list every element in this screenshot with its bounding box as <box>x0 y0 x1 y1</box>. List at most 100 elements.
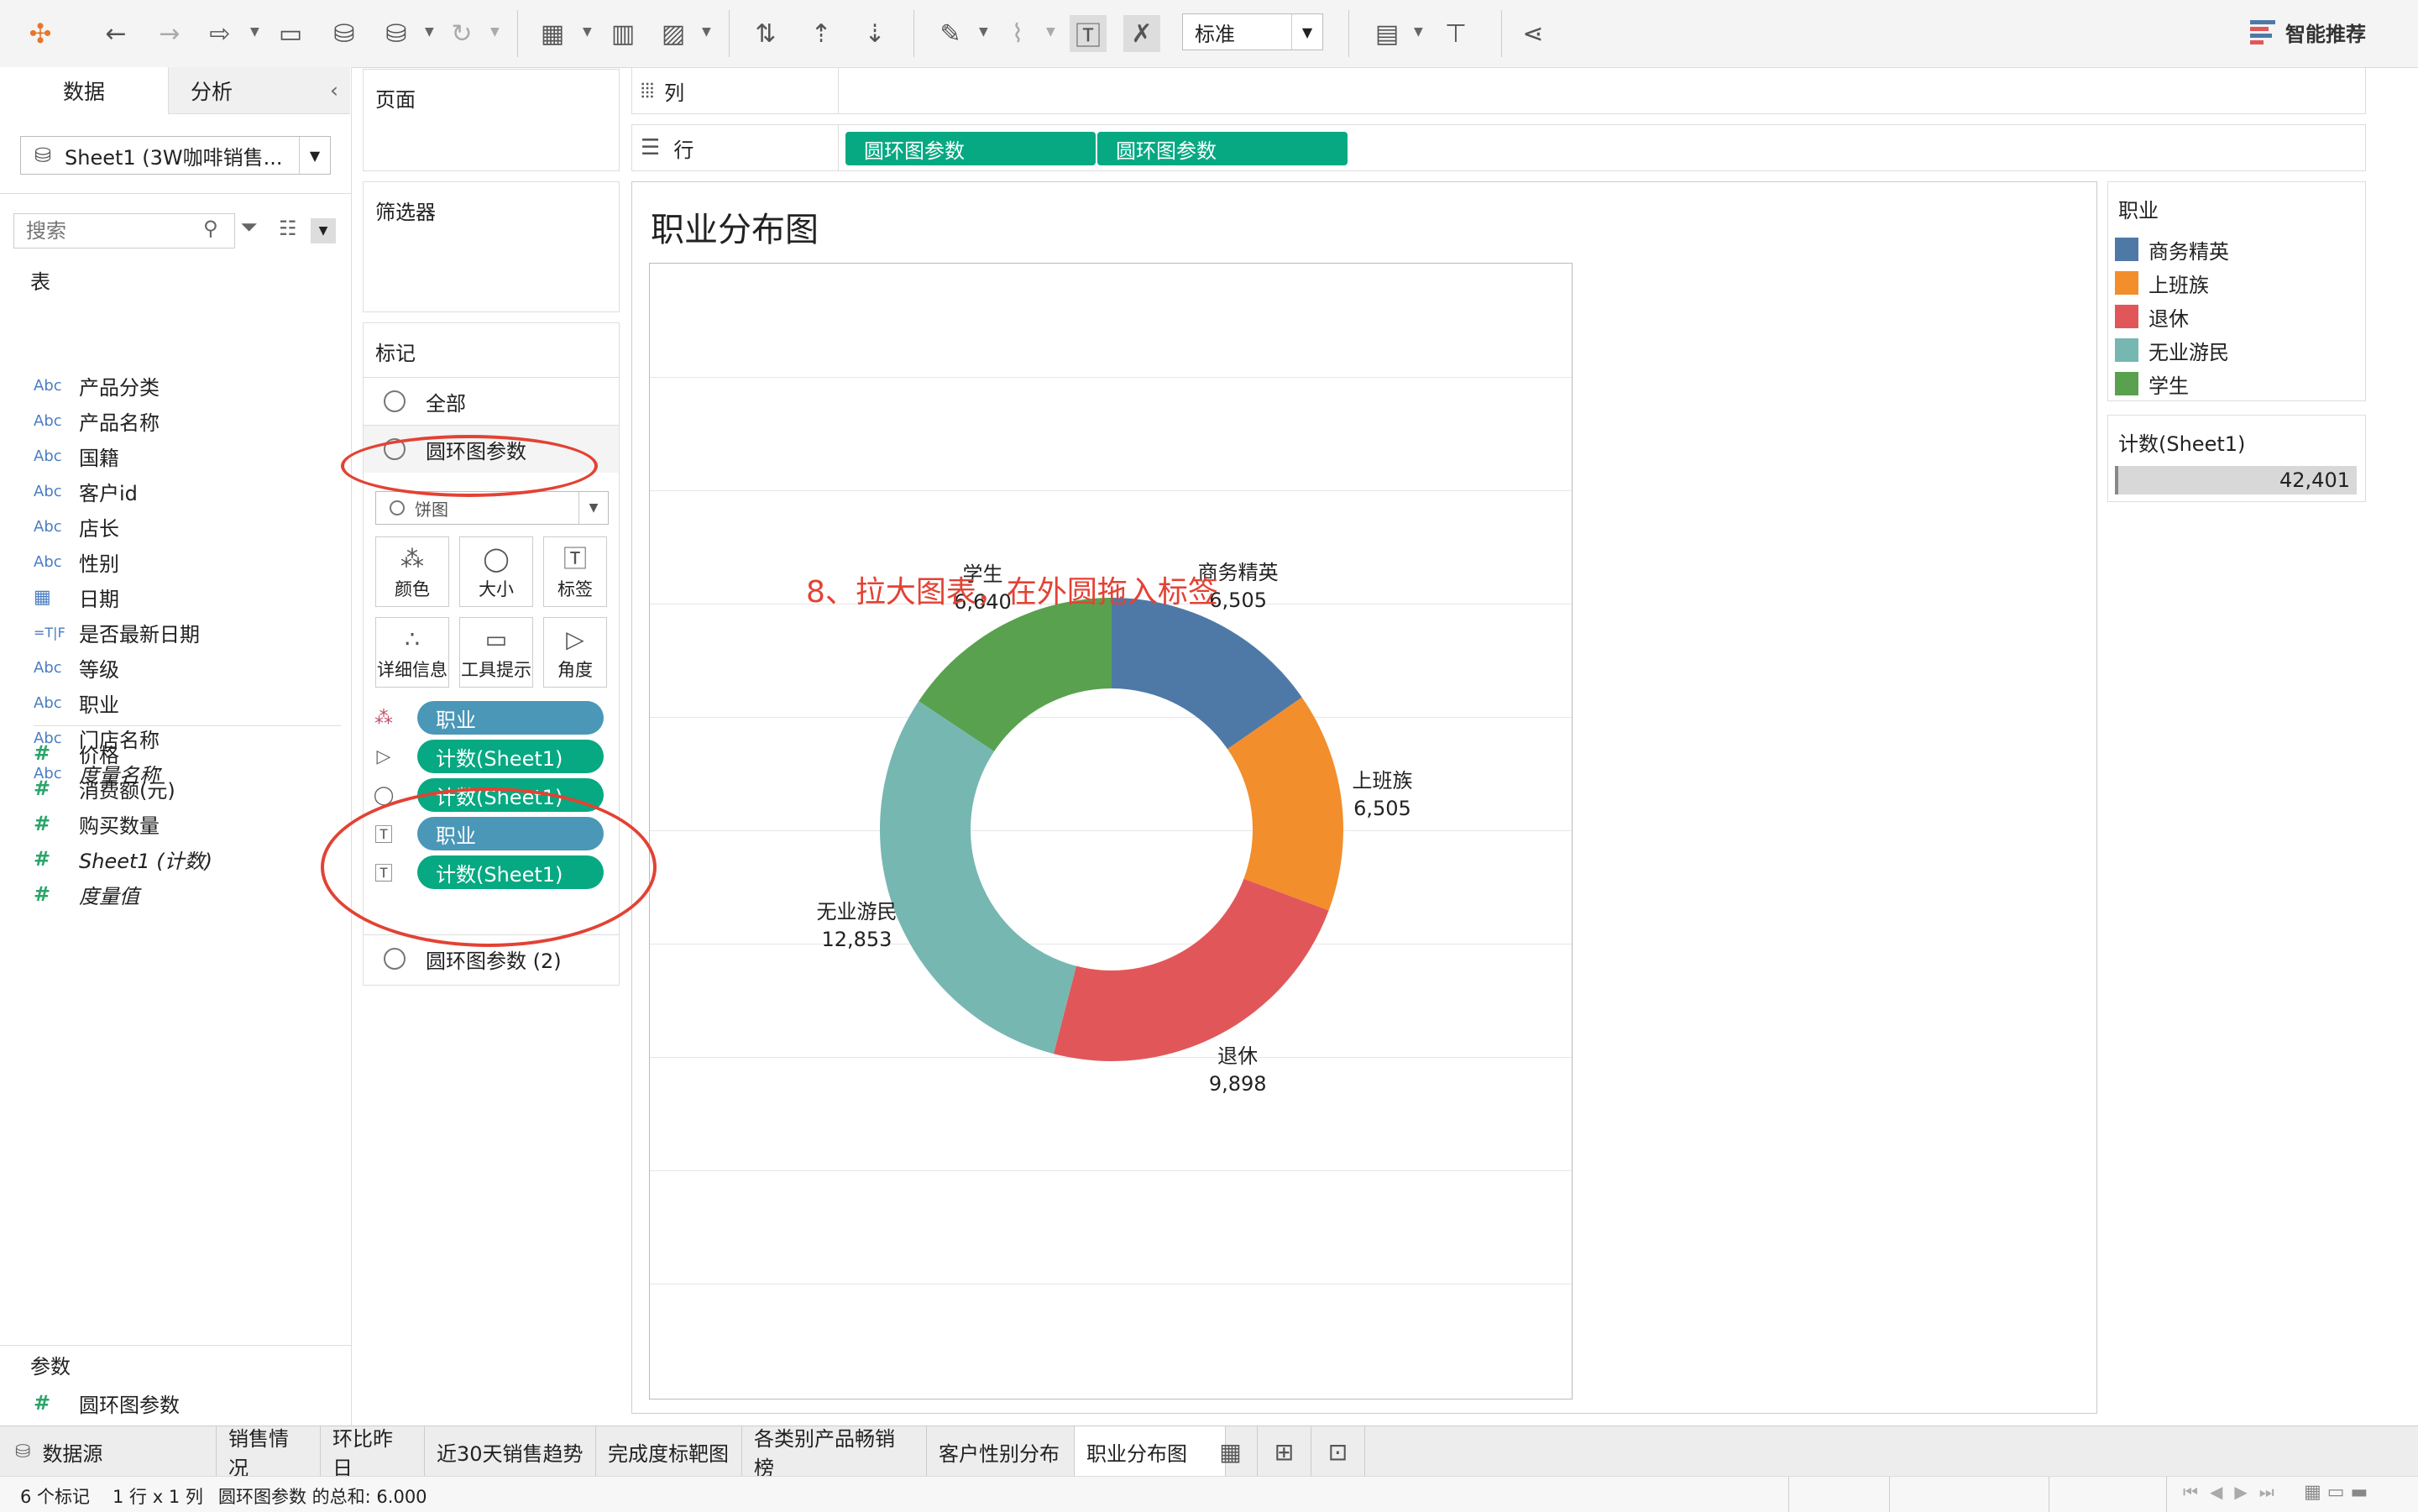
caret-down-icon[interactable]: ▼ <box>425 25 434 39</box>
mark-pill[interactable]: 计数(Sheet1) <box>417 740 604 773</box>
share-icon[interactable]: ⋖ <box>1515 15 1552 52</box>
rows-pill[interactable]: 圆环图参数 <box>845 132 1096 165</box>
tables-header: 表 <box>30 262 50 297</box>
duplicate-sheet-icon[interactable]: ▥ <box>604 15 641 52</box>
refresh-icon[interactable]: ↻ <box>443 15 480 52</box>
color-legend[interactable]: 职业 商务精英 上班族 退休 无业游民 学生 <box>2107 181 2366 401</box>
chevron-down-icon[interactable]: ▼ <box>311 218 336 243</box>
view-size-select[interactable]: 标准 ▼ <box>1182 13 1323 50</box>
slice-label-value: 12,853 <box>821 928 892 952</box>
dimension-field-label: 性别 <box>79 552 119 576</box>
slice-label[interactable]: 上班族 6,505 <box>1352 767 1412 823</box>
sort-descending-icon[interactable]: ⇣ <box>856 15 893 52</box>
sheet-tab[interactable]: 职业分布图 <box>1075 1426 1226 1477</box>
rows-icon: ☰ <box>641 135 661 160</box>
chart-title[interactable]: 职业分布图 <box>651 202 819 251</box>
fix-axes-icon[interactable]: ✗ <box>1123 15 1160 52</box>
clear-sheet-icon[interactable]: ▨ <box>655 15 692 52</box>
slice-label-name: 上班族 <box>1352 768 1413 793</box>
caret-down-icon[interactable]: ▼ <box>583 25 592 39</box>
caret-down-icon[interactable]: ▼ <box>1046 25 1055 39</box>
search-input[interactable] <box>13 213 235 249</box>
tab-analysis[interactable]: 分析 ‹ <box>169 67 350 114</box>
rows-shelf[interactable]: ☰ 行 圆环图参数 圆环图参数 <box>631 124 2366 171</box>
dimension-field-label: 等级 <box>79 657 119 682</box>
status-sum: 圆环图参数 的总和: 6.000 <box>218 1487 427 1507</box>
list-view-icon[interactable]: ☷ <box>279 217 297 240</box>
legend-item[interactable]: 上班族 <box>2115 266 2209 300</box>
sheet-tab[interactable]: 客户性别分布 <box>927 1426 1075 1477</box>
caret-down-icon[interactable]: ▼ <box>250 25 259 39</box>
sheet-tab[interactable]: 完成度标靶图 <box>596 1426 742 1477</box>
sheet-nav-icons[interactable]: ⏮◀▶⏭ <box>2183 1482 2286 1502</box>
tab-data[interactable]: 数据 <box>0 67 169 114</box>
sheet-tab[interactable]: 环比昨日 <box>321 1426 425 1480</box>
chart-pane[interactable]: 商务精英 6,505 上班族 6,505 退休 9,898 无业游民 12,853 学生 6,64… <box>649 263 1573 1400</box>
sort-ascending-icon[interactable]: ⇡ <box>803 15 840 52</box>
legend-item[interactable]: 商务精英 <box>2115 233 2229 266</box>
sheet-tab[interactable]: 近30天销售趋势 <box>425 1426 596 1477</box>
chevron-down-icon[interactable]: ▼ <box>299 137 330 174</box>
donut-slice[interactable] <box>880 701 1076 1054</box>
slice-label[interactable]: 退休 9,898 <box>1209 1043 1267 1098</box>
caret-down-icon[interactable]: ▼ <box>979 25 988 39</box>
columns-shelf[interactable]: ⦙⦙⦙ 列 <box>631 67 2366 114</box>
new-story-icon[interactable]: ⊡ <box>1311 1426 1365 1477</box>
swap-axes-icon[interactable]: ⇅ <box>747 15 784 52</box>
new-worksheet-icon[interactable]: ▦ <box>1204 1426 1258 1477</box>
pause-datasource-icon[interactable]: ⛁ <box>378 15 415 52</box>
mark-button-label[interactable]: 🅃 标签 <box>543 536 607 607</box>
toolbar-separator <box>1348 10 1349 57</box>
donut-slice[interactable] <box>1053 878 1329 1061</box>
mark-button-color[interactable]: ⁂ 颜色 <box>375 536 449 607</box>
group-clip-icon[interactable]: ⌇ <box>999 15 1036 52</box>
legend-item[interactable]: 无业游民 <box>2115 333 2229 367</box>
presentation-mode-icon[interactable]: ⊤ <box>1437 15 1474 52</box>
mark-pill[interactable]: 职业 <box>417 701 604 735</box>
legend-item[interactable]: 学生 <box>2115 367 2189 400</box>
save-icon[interactable]: ▭ <box>272 15 309 52</box>
caret-down-icon[interactable]: ▼ <box>490 25 500 39</box>
caret-down-icon[interactable]: ▼ <box>702 25 711 39</box>
summary-card[interactable]: 计数(Sheet1) 42,401 <box>2107 415 2366 502</box>
mark-button-tooltip[interactable]: ▭ 工具提示 <box>459 617 533 688</box>
new-datasource-icon[interactable]: ⛁ <box>326 15 363 52</box>
marks-all-row[interactable]: 全部 <box>364 377 619 426</box>
tableau-logo-icon[interactable]: ✣ <box>22 15 59 52</box>
field-type-icon: Abc <box>34 447 62 465</box>
show-cards-icon[interactable]: ▤ <box>1369 15 1405 52</box>
mark-button-size[interactable]: ◯ 大小 <box>459 536 533 607</box>
view-toggle-icons[interactable]: ▦ ▭ ▬ <box>2304 1482 2368 1503</box>
sheet-tab[interactable]: 各类别产品畅销榜 <box>742 1426 927 1480</box>
chevron-down-icon[interactable]: ▼ <box>1291 14 1322 50</box>
slice-label[interactable]: 无业游民 12,853 <box>816 898 897 954</box>
chevron-down-icon[interactable]: ▼ <box>578 492 608 524</box>
params-header-label: 参数 <box>30 1354 71 1379</box>
color-icon[interactable]: ⁂ <box>372 706 395 730</box>
donut-chart[interactable] <box>650 264 1572 1399</box>
search-icon[interactable]: ⚲ <box>203 217 218 240</box>
collapse-pane-icon[interactable]: ‹ <box>330 78 338 102</box>
view-size-value: 标准 <box>1195 22 1235 46</box>
redo-loop-icon[interactable]: ⇨ <box>202 15 238 52</box>
pages-card[interactable]: 页面 <box>363 69 620 171</box>
new-dashboard-icon[interactable]: ⊞ <box>1258 1426 1311 1477</box>
back-arrow-icon[interactable]: ← <box>97 15 134 52</box>
angle-icon[interactable]: ▷ <box>372 745 395 768</box>
mark-button-angle[interactable]: ▷ 角度 <box>543 617 607 688</box>
highlight-pen-icon[interactable]: ✎ <box>932 15 969 52</box>
mark-button-detail[interactable]: ∴ 详细信息 <box>375 617 449 688</box>
datasource-select[interactable]: ⛁ Sheet1 (3W咖啡销售... ▼ <box>20 136 331 175</box>
sheet-tab[interactable]: 销售情况 <box>217 1426 321 1480</box>
smart-recommend-button[interactable]: 智能推荐 <box>2250 13 2366 50</box>
caret-down-icon[interactable]: ▼ <box>1414 25 1423 39</box>
filter-icon[interactable]: ⏷ <box>240 215 258 241</box>
rows-pill[interactable]: 圆环图参数 <box>1097 132 1348 165</box>
show-labels-icon[interactable]: 🅃 <box>1070 15 1107 52</box>
forward-arrow-icon[interactable]: → <box>151 15 188 52</box>
legend-item[interactable]: 退休 <box>2115 300 2189 333</box>
filters-card[interactable]: 筛选器 <box>363 181 620 312</box>
tab-datasource[interactable]: ⛁ 数据源 <box>0 1426 217 1477</box>
new-worksheet-icon[interactable]: ▦ <box>534 15 571 52</box>
dimension-field-label: 日期 <box>79 587 119 611</box>
